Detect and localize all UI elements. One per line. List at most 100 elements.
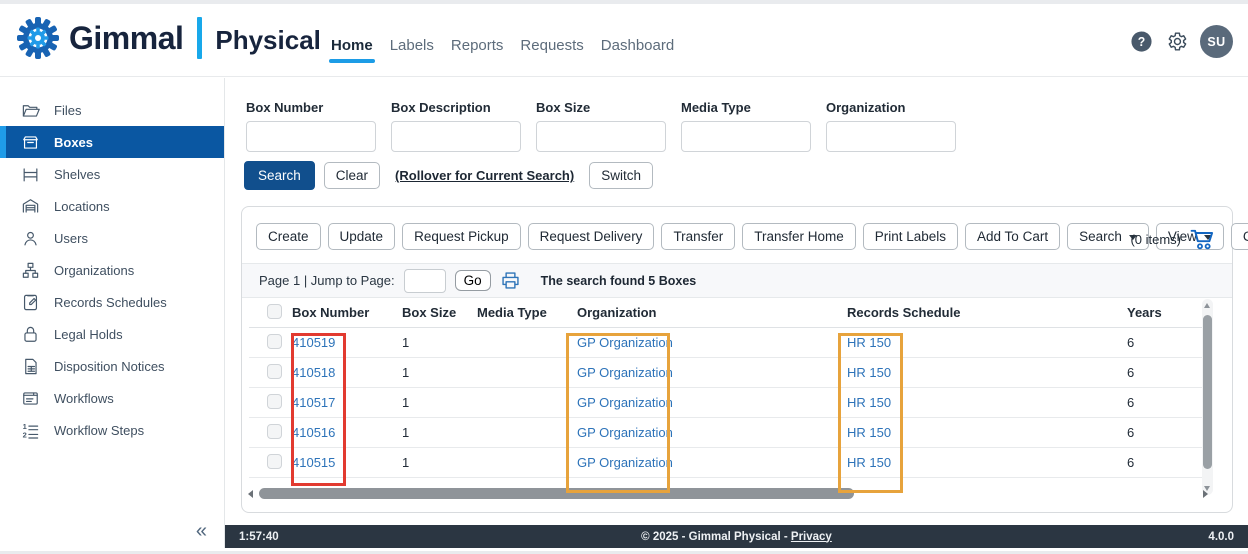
records-schedule-link[interactable]: HR 150 bbox=[847, 335, 1127, 350]
transfer-button[interactable]: Transfer bbox=[661, 223, 735, 250]
column-header-box-number[interactable]: Box Number bbox=[292, 305, 402, 320]
column-header-media-type[interactable]: Media Type bbox=[477, 305, 577, 320]
nav-home[interactable]: Home bbox=[331, 37, 373, 63]
sidebar-item-label: Locations bbox=[54, 199, 110, 214]
create-button[interactable]: Create bbox=[256, 223, 321, 250]
sidebar-item-users[interactable]: Users bbox=[0, 222, 224, 254]
search-button[interactable]: Search bbox=[244, 161, 315, 190]
box-number-input[interactable] bbox=[246, 121, 376, 152]
nav-dashboard[interactable]: Dashboard bbox=[601, 37, 674, 63]
switch-button[interactable]: Switch bbox=[589, 162, 653, 189]
sidebar-item-label: Files bbox=[54, 103, 81, 118]
row-checkbox[interactable] bbox=[267, 364, 282, 379]
horizontal-scrollbar-thumb[interactable] bbox=[259, 488, 854, 499]
user-avatar[interactable]: SU bbox=[1200, 25, 1233, 58]
organization-link[interactable]: GP Organization bbox=[577, 395, 847, 410]
change-menu-button[interactable]: Change bbox=[1231, 223, 1248, 250]
media-type-input[interactable] bbox=[681, 121, 811, 152]
shopping-cart-icon[interactable] bbox=[1189, 227, 1216, 251]
print-labels-button[interactable]: Print Labels bbox=[863, 223, 958, 250]
table-row: 410518 1 GP Organization HR 150 6 bbox=[249, 358, 1202, 388]
scroll-right-icon[interactable] bbox=[1203, 490, 1208, 498]
sidebar-item-organizations[interactable]: Organizations bbox=[0, 254, 224, 286]
organization-input[interactable] bbox=[826, 121, 956, 152]
brand-logo[interactable]: Gimmal Physical bbox=[16, 16, 321, 60]
records-schedule-link[interactable]: HR 150 bbox=[847, 365, 1127, 380]
vertical-scrollbar[interactable] bbox=[1202, 299, 1213, 495]
request-pickup-button[interactable]: Request Pickup bbox=[402, 223, 521, 250]
column-header-organization[interactable]: Organization bbox=[577, 305, 847, 320]
organization-link[interactable]: GP Organization bbox=[577, 425, 847, 440]
header-icons: ? SU bbox=[1130, 25, 1233, 58]
add-to-cart-button[interactable]: Add To Cart bbox=[965, 223, 1060, 250]
sidebar-item-label: Legal Holds bbox=[54, 327, 123, 342]
sidebar-item-records-schedules[interactable]: Records Schedules bbox=[0, 286, 224, 318]
sidebar-item-label: Disposition Notices bbox=[54, 359, 165, 374]
row-checkbox[interactable] bbox=[267, 394, 282, 409]
results-toolbar: Create Update Request Pickup Request Del… bbox=[256, 223, 1248, 250]
column-header-box-size[interactable]: Box Size bbox=[402, 305, 477, 320]
horizontal-scrollbar[interactable] bbox=[252, 487, 1200, 500]
sidebar-item-shelves[interactable]: Shelves bbox=[0, 158, 224, 190]
jump-to-page-input[interactable] bbox=[404, 269, 446, 293]
row-checkbox[interactable] bbox=[267, 334, 282, 349]
organization-link[interactable]: GP Organization bbox=[577, 335, 847, 350]
box-size-input[interactable] bbox=[536, 121, 666, 152]
rollover-current-search-link[interactable]: (Rollover for Current Search) bbox=[395, 168, 574, 183]
box-icon bbox=[21, 133, 40, 152]
column-header-records-schedule[interactable]: Records Schedule bbox=[847, 305, 1127, 320]
scroll-up-icon[interactable] bbox=[1204, 303, 1210, 308]
box-number-link[interactable]: 410518 bbox=[292, 365, 402, 380]
sidebar-item-workflows[interactable]: Workflows bbox=[0, 382, 224, 414]
row-checkbox[interactable] bbox=[267, 424, 282, 439]
boxes-table: Box Number Box Size Media Type Organizat… bbox=[249, 298, 1202, 478]
organization-link[interactable]: GP Organization bbox=[577, 455, 847, 470]
sidebar-item-label: Boxes bbox=[54, 135, 93, 150]
pagination-bar: Page 1 | Jump to Page: Go The search fou… bbox=[242, 263, 1232, 298]
sidebar-item-locations[interactable]: Locations bbox=[0, 190, 224, 222]
filter-organization: Organization bbox=[826, 100, 956, 152]
sidebar-item-workflow-steps[interactable]: 12 Workflow Steps bbox=[0, 414, 224, 446]
sidebar-item-boxes[interactable]: Boxes bbox=[0, 126, 224, 158]
records-schedule-link[interactable]: HR 150 bbox=[847, 395, 1127, 410]
help-icon[interactable]: ? bbox=[1130, 30, 1153, 53]
column-header-years[interactable]: Years bbox=[1127, 305, 1195, 320]
sidebar-item-label: Workflows bbox=[54, 391, 114, 406]
years-cell: 6 bbox=[1127, 425, 1195, 440]
privacy-link[interactable]: Privacy bbox=[791, 531, 832, 543]
sidebar-collapse-icon[interactable]: « bbox=[196, 521, 207, 541]
footer-bar: 1:57:40 © 2025 - Gimmal Physical - Priva… bbox=[225, 525, 1248, 548]
select-all-checkbox[interactable] bbox=[267, 304, 282, 319]
clear-button[interactable]: Clear bbox=[324, 162, 380, 189]
nav-labels[interactable]: Labels bbox=[390, 37, 434, 63]
nav-reports[interactable]: Reports bbox=[451, 37, 504, 63]
user-icon bbox=[21, 229, 40, 248]
svg-text:1: 1 bbox=[23, 421, 27, 430]
sidebar-item-disposition-notices[interactable]: Disposition Notices bbox=[0, 350, 224, 382]
organization-link[interactable]: GP Organization bbox=[577, 365, 847, 380]
update-button[interactable]: Update bbox=[328, 223, 396, 250]
gimmal-gear-logo-icon bbox=[16, 16, 60, 60]
sidebar-item-label: Organizations bbox=[54, 263, 134, 278]
print-icon[interactable] bbox=[500, 270, 521, 291]
row-checkbox[interactable] bbox=[267, 454, 282, 469]
box-number-link[interactable]: 410517 bbox=[292, 395, 402, 410]
nav-requests[interactable]: Requests bbox=[520, 37, 583, 63]
box-description-input[interactable] bbox=[391, 121, 521, 152]
sidebar-item-label: Users bbox=[54, 231, 88, 246]
records-schedule-link[interactable]: HR 150 bbox=[847, 425, 1127, 440]
box-number-link[interactable]: 410516 bbox=[292, 425, 402, 440]
box-number-link[interactable]: 410519 bbox=[292, 335, 402, 350]
sidebar-item-legal-holds[interactable]: Legal Holds bbox=[0, 318, 224, 350]
box-size-cell: 1 bbox=[402, 455, 477, 470]
go-button[interactable]: Go bbox=[455, 270, 491, 291]
request-delivery-button[interactable]: Request Delivery bbox=[528, 223, 655, 250]
sidebar-item-label: Shelves bbox=[54, 167, 100, 182]
sidebar-item-files[interactable]: Files bbox=[0, 94, 224, 126]
vertical-scrollbar-thumb[interactable] bbox=[1203, 315, 1212, 469]
box-number-link[interactable]: 410515 bbox=[292, 455, 402, 470]
transfer-home-button[interactable]: Transfer Home bbox=[742, 223, 856, 250]
settings-gear-icon[interactable] bbox=[1165, 30, 1188, 53]
scroll-left-icon[interactable] bbox=[248, 490, 253, 498]
records-schedule-link[interactable]: HR 150 bbox=[847, 455, 1127, 470]
